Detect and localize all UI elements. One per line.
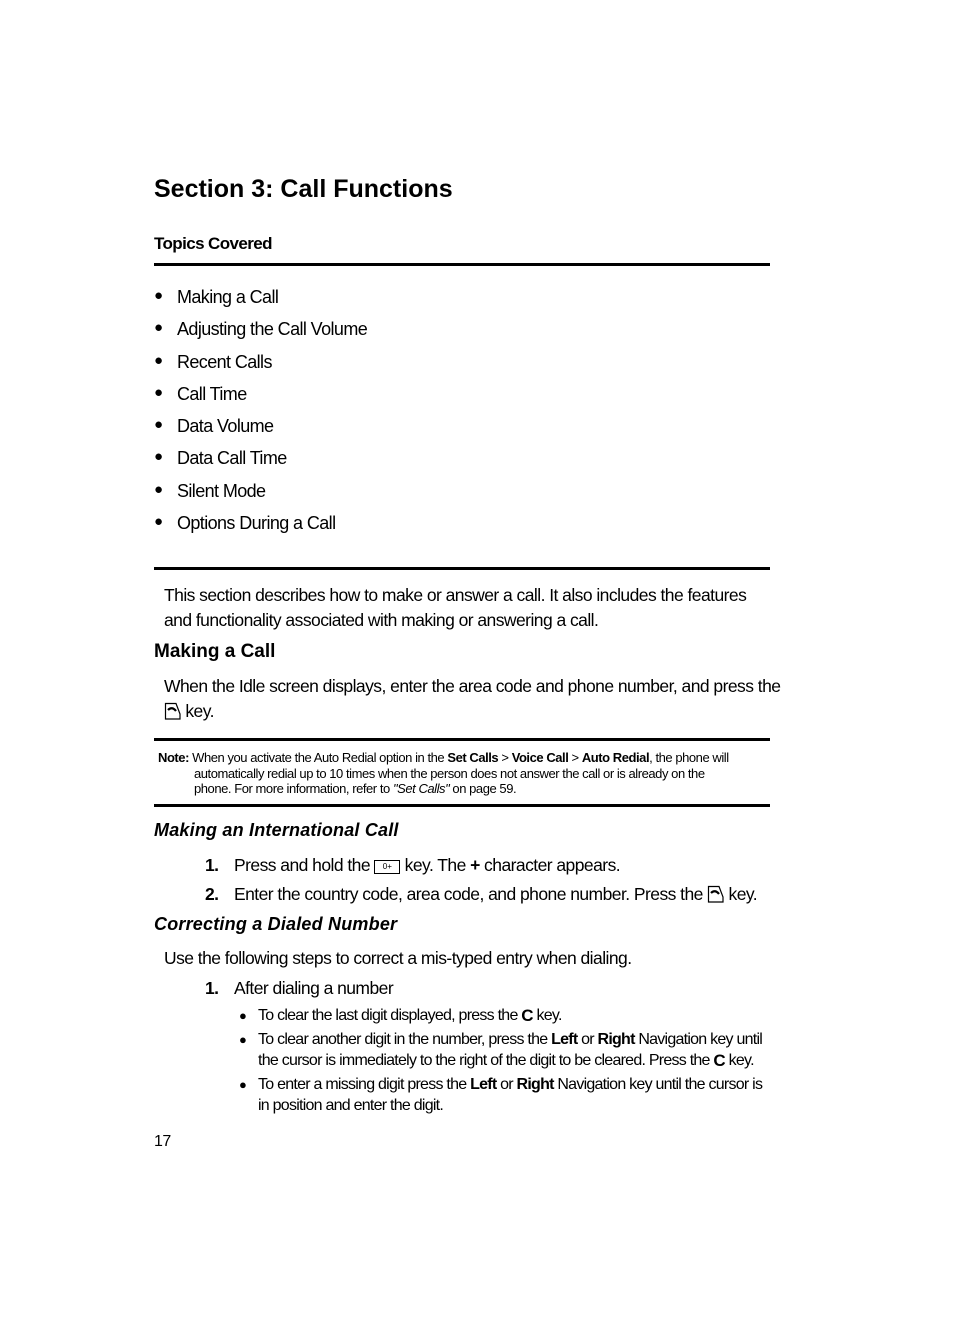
bullet-icon: ● — [239, 1032, 247, 1047]
list-item: ● Data Call Time — [154, 448, 287, 469]
page-number: 17 — [154, 1133, 171, 1150]
list-item: ● Data Volume — [154, 416, 274, 437]
topics-heading: Topics Covered — [154, 234, 272, 253]
making-a-call-paragraph: When the Idle screen displays, enter the… — [164, 676, 781, 721]
list-item: ● Adjusting the Call Volume — [154, 319, 368, 340]
note-label: Note: — [158, 750, 189, 765]
send-key-icon — [164, 702, 181, 720]
bullet-icon: ● — [154, 480, 163, 498]
send-key-icon — [708, 885, 724, 903]
list-item: ● Making a Call — [154, 287, 279, 307]
bullet-icon: ● — [154, 448, 163, 466]
clear-key-icon: C — [713, 1051, 725, 1070]
bullet-icon: ● — [154, 319, 163, 337]
step-item: 1. Press and hold the 0+ key. The + chara… — [205, 855, 621, 875]
page-title: Section 3: Call Functions — [154, 175, 453, 203]
divider — [154, 804, 770, 807]
list-item: ● Silent Mode — [154, 480, 266, 501]
list-item: ● To clear the last digit displayed, pres… — [239, 1006, 562, 1025]
step-item: 2. Enter the country code, area code, and… — [205, 884, 758, 904]
set-calls-link[interactable]: "Set Calls" — [393, 781, 450, 796]
clear-key-icon: C — [521, 1006, 533, 1025]
bullet-icon: ● — [239, 1077, 247, 1092]
list-item: ● To clear another digit in the number, p… — [239, 1031, 763, 1070]
divider — [154, 567, 770, 570]
bullet-icon: ● — [154, 416, 163, 434]
correcting-bullets: ● To clear the last digit displayed, pres… — [239, 1005, 779, 1116]
zero-plus-key-icon: 0+ — [374, 860, 401, 874]
divider — [154, 738, 770, 741]
international-call-heading: Making an International Call — [154, 820, 399, 840]
intro-paragraph: This section describes how to make or an… — [164, 585, 747, 630]
bullet-icon: ● — [154, 351, 163, 369]
correcting-heading: Correcting a Dialed Number — [154, 914, 398, 934]
topics-list: ● Making a Call ● Adjusting the Call Volum… — [154, 287, 368, 545]
correcting-intro: Use the following steps to correct a mis… — [164, 948, 632, 968]
making-a-call-heading: Making a Call — [154, 641, 276, 662]
bullet-icon: ● — [154, 383, 163, 401]
bullet-icon: ● — [154, 287, 163, 304]
step-item: 1. After dialing a number — [205, 978, 394, 998]
international-steps: 1. Press and hold the 0+ key. The + chara… — [205, 851, 758, 909]
list-item: ● To enter a missing digit press the Left… — [239, 1076, 763, 1114]
bullet-icon: ● — [154, 513, 163, 531]
divider — [154, 263, 770, 266]
bullet-icon: ● — [239, 1008, 247, 1023]
list-item: ● Options During a Call — [154, 513, 336, 534]
list-item: ● Call Time — [154, 383, 247, 404]
note-box: Note: When you activate the Auto Redial … — [158, 750, 729, 796]
list-item: ● Recent Calls — [154, 351, 272, 372]
